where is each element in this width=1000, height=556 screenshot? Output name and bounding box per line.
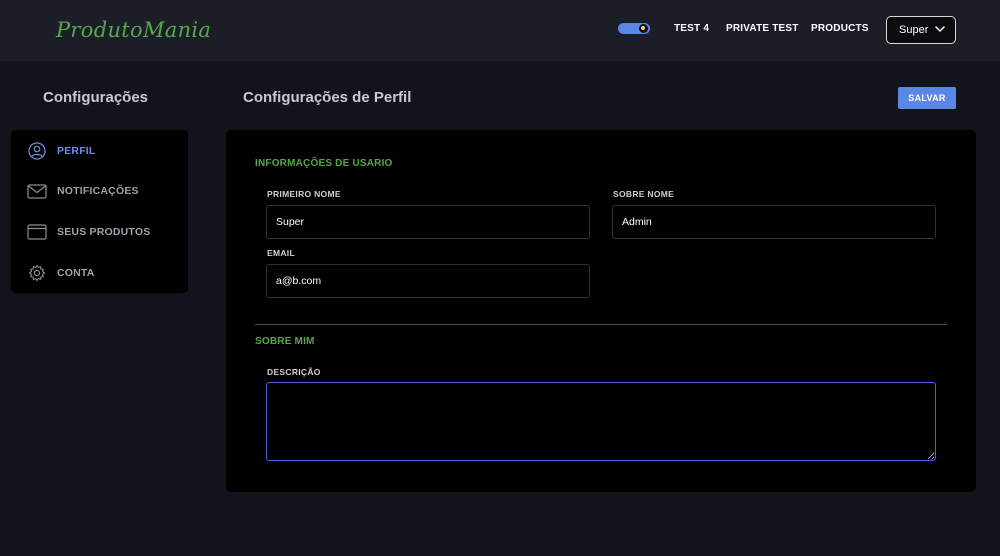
first-name-input[interactable] xyxy=(266,205,590,239)
first-name-label: PRIMEIRO NOME xyxy=(267,189,341,199)
sidebar-item-label: SEUS PRODUTOS xyxy=(57,226,151,238)
nav-link-private-test[interactable]: PRIVATE TEST xyxy=(726,23,799,34)
save-button[interactable]: SALVAR xyxy=(898,87,956,109)
gear-icon xyxy=(27,263,47,283)
user-menu-button[interactable]: Super xyxy=(886,16,956,44)
sidebar-item-label: PERFIL xyxy=(57,145,96,157)
last-name-input[interactable] xyxy=(612,205,936,239)
sidebar-item-notificacoes[interactable]: NOTIFICAÇÕES xyxy=(27,180,182,202)
section-divider xyxy=(255,324,947,325)
nav-link-products[interactable]: PRODUCTS xyxy=(811,23,869,34)
description-label: DESCRIÇÃO xyxy=(267,367,321,377)
user-menu-label: Super xyxy=(899,24,929,36)
sidebar-title: Configurações xyxy=(43,89,149,106)
sidebar-item-conta[interactable]: CONTA xyxy=(27,262,182,284)
theme-toggle[interactable] xyxy=(618,23,650,34)
user-circle-icon xyxy=(27,141,47,161)
description-textarea[interactable] xyxy=(266,382,936,461)
page-title: Configurações de Perfil xyxy=(243,89,412,106)
envelope-icon xyxy=(27,181,47,201)
app-logo[interactable]: ProdutoMania xyxy=(56,18,211,42)
chevron-down-icon xyxy=(935,26,945,33)
moon-icon xyxy=(639,24,648,33)
sidebar-item-seus-produtos[interactable]: SEUS PRODUTOS xyxy=(27,221,182,243)
email-input[interactable] xyxy=(266,264,590,298)
sidebar-item-label: CONTA xyxy=(57,267,95,279)
browser-window-icon xyxy=(27,222,47,242)
nav-link-test-4[interactable]: TEST 4 xyxy=(674,23,709,34)
about-section-title: SOBRE MIM xyxy=(255,336,315,347)
sidebar-item-label: NOTIFICAÇÕES xyxy=(57,185,139,197)
profile-settings-card: INFORMAÇÕES DE USARIO PRIMEIRO NOME SOBR… xyxy=(226,130,976,492)
settings-sidebar: PERFIL NOTIFICAÇÕES SEUS PRODUTOS CONTA xyxy=(11,130,188,293)
user-info-section-title: INFORMAÇÕES DE USARIO xyxy=(255,158,393,169)
email-label: EMAIL xyxy=(267,248,295,258)
top-bar: ProdutoMania TEST 4 PRIVATE TEST PRODUCT… xyxy=(0,0,1000,61)
sidebar-item-perfil[interactable]: PERFIL xyxy=(27,140,182,162)
last-name-label: SOBRE NOME xyxy=(613,189,675,199)
